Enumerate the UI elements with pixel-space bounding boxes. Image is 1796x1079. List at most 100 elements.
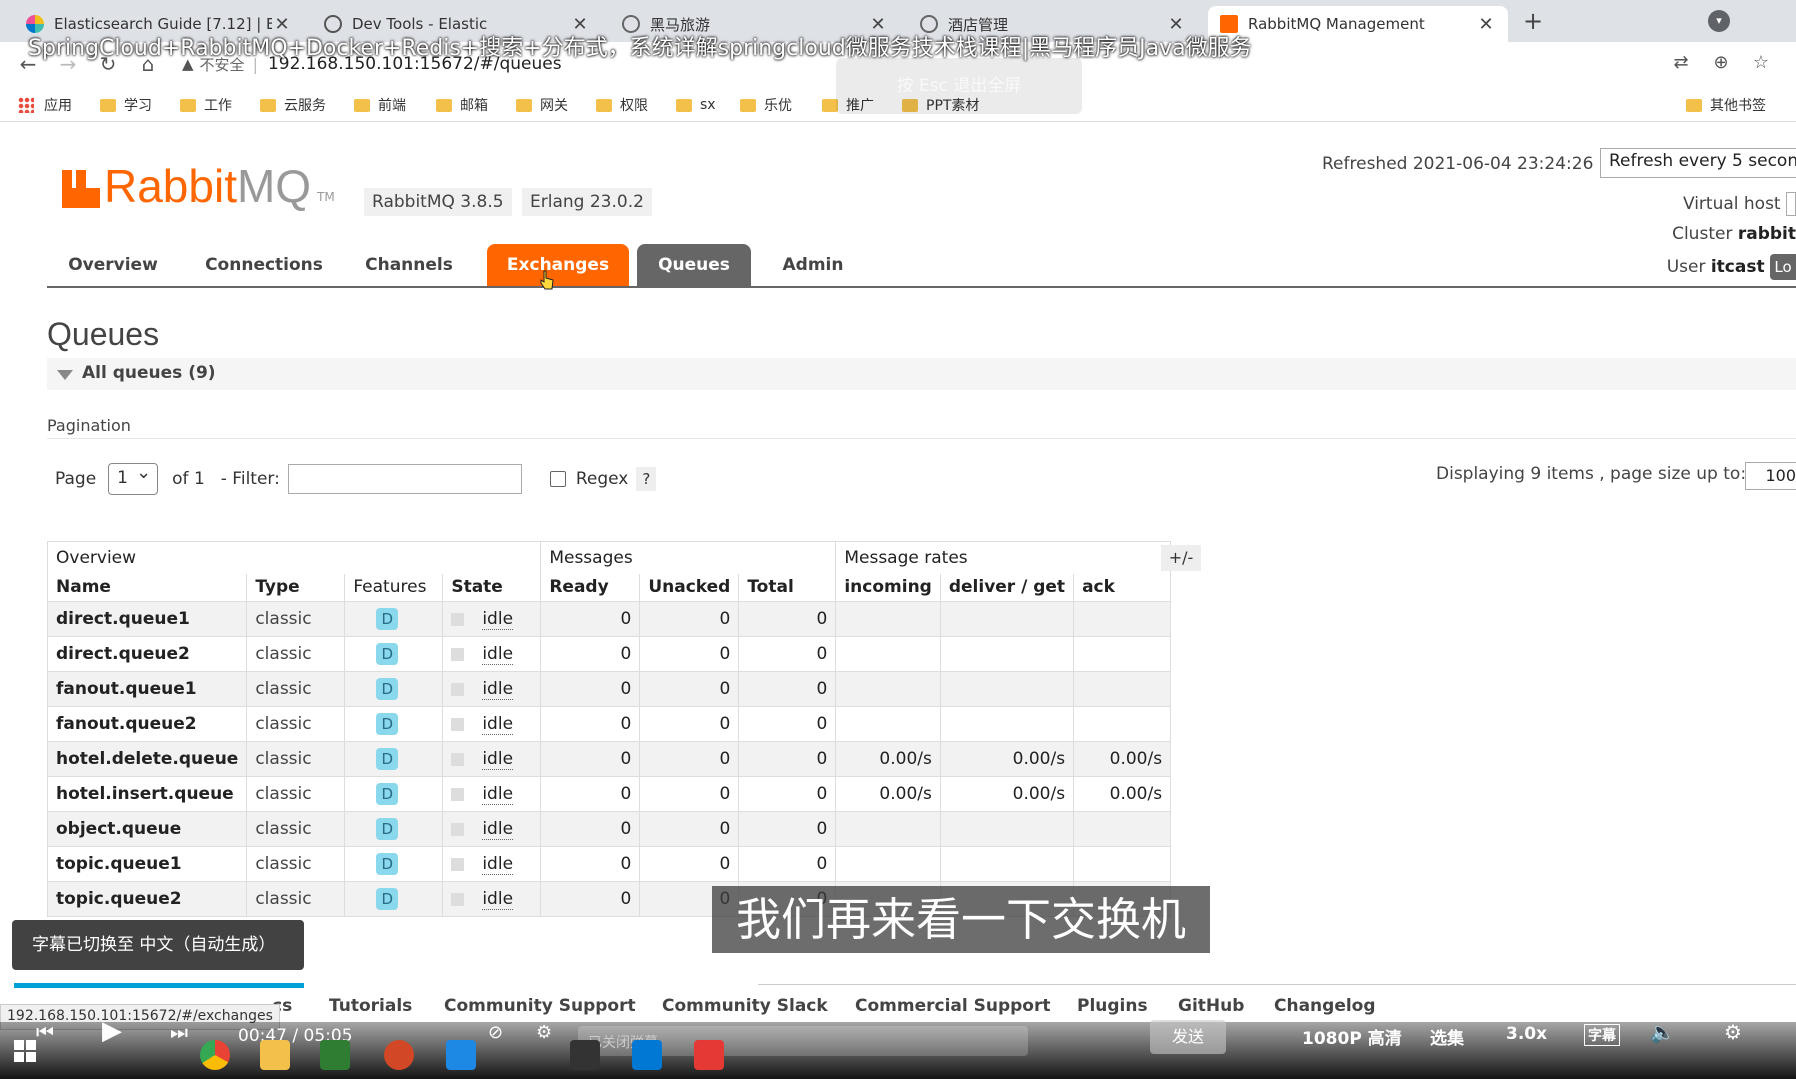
footer-link-community-support[interactable]: Community Support <box>444 996 636 1016</box>
next-icon[interactable]: ⏭ <box>170 1020 188 1044</box>
video-progress-bar[interactable] <box>14 983 304 988</box>
deliver-get-rate: 0.00/s <box>939 741 1075 777</box>
bookmark-folder[interactable]: 乐优 <box>740 94 792 116</box>
bookmark-star-icon[interactable]: ☆ <box>1748 52 1774 78</box>
queue-name-link[interactable]: topic.queue2 <box>46 881 248 917</box>
queue-name-link[interactable]: topic.queue1 <box>46 846 248 882</box>
table-row[interactable]: object.queue classic Didle 0 0 0 <box>46 811 1172 847</box>
ack-rate <box>1073 671 1172 707</box>
tab-queues[interactable]: Queues <box>637 244 751 286</box>
volume-icon[interactable]: 🔈 <box>1650 1020 1675 1044</box>
table-row[interactable]: direct.queue1 classic Didle 0 0 0 <box>46 601 1172 637</box>
table-row[interactable]: direct.queue2 classic Didle 0 0 0 <box>46 636 1172 672</box>
col-name[interactable]: Name <box>46 573 248 602</box>
queue-name-link[interactable]: fanout.queue2 <box>46 706 248 742</box>
logo-text-rabbit: Rabbit <box>104 160 237 212</box>
bookmark-folder[interactable]: 云服务 <box>260 94 326 116</box>
column-toggle-button[interactable]: +/- <box>1161 545 1201 571</box>
bookmark-apps[interactable]: 应用 <box>18 94 72 116</box>
quality-button[interactable]: 1080P 高清 <box>1302 1024 1402 1049</box>
bookmark-other[interactable]: 其他书签 <box>1686 94 1766 116</box>
table-row[interactable]: fanout.queue1 classic Didle 0 0 0 <box>46 671 1172 707</box>
close-icon[interactable]: ✕ <box>1476 14 1496 35</box>
tab-exchanges[interactable]: Exchanges <box>487 244 629 286</box>
unacked-count: 0 <box>639 776 740 812</box>
queue-name-link[interactable]: object.queue <box>46 811 248 847</box>
bookmark-folder[interactable]: 前端 <box>354 94 406 116</box>
app-icon[interactable] <box>320 1040 350 1070</box>
footer-link-community-slack[interactable]: Community Slack <box>662 996 828 1016</box>
powerpoint-icon[interactable] <box>384 1040 414 1070</box>
footer-link-plugins[interactable]: Plugins <box>1077 996 1148 1016</box>
bookmark-folder[interactable]: sx <box>676 94 716 116</box>
vscode-icon[interactable] <box>632 1040 662 1070</box>
col-type[interactable]: Type <box>246 573 346 602</box>
windows-start-icon[interactable] <box>14 1040 44 1070</box>
tab-admin[interactable]: Admin <box>773 244 853 286</box>
footer-link-tutorials[interactable]: Tutorials <box>329 996 412 1016</box>
tab-overview[interactable]: Overview <box>57 244 169 286</box>
speed-button[interactable]: 3.0x <box>1506 1024 1547 1044</box>
page-size-input[interactable]: 100 <box>1745 462 1796 490</box>
queue-name-link[interactable]: hotel.delete.queue <box>46 741 248 777</box>
regex-checkbox[interactable] <box>549 471 566 487</box>
play-icon[interactable]: ▶ <box>102 1016 122 1046</box>
chrome-icon[interactable] <box>200 1040 230 1070</box>
total-count: 0 <box>738 741 837 777</box>
queue-name-link[interactable]: hotel.insert.queue <box>46 776 248 812</box>
footer-link-commercial-support[interactable]: Commercial Support <box>855 996 1051 1016</box>
bookmark-folder[interactable]: 邮箱 <box>436 94 488 116</box>
app-icon[interactable] <box>570 1040 600 1070</box>
col-unacked[interactable]: Unacked <box>639 573 740 602</box>
col-ack[interactable]: ack <box>1073 573 1172 602</box>
refresh-interval-select[interactable]: Refresh every 5 seconds <box>1600 148 1796 178</box>
total-count: 0 <box>738 811 837 847</box>
help-button[interactable]: ? <box>636 467 657 491</box>
bookmark-folder[interactable]: 权限 <box>596 94 648 116</box>
bookmark-label: 前端 <box>378 98 406 114</box>
unacked-count: 0 <box>639 741 740 777</box>
file-explorer-icon[interactable] <box>260 1040 290 1070</box>
col-incoming[interactable]: incoming <box>835 573 941 602</box>
col-features[interactable]: Features <box>344 573 444 602</box>
footer-link-github[interactable]: GitHub <box>1178 996 1244 1016</box>
footer-link-changelog[interactable]: Changelog <box>1274 996 1376 1016</box>
bookmark-folder[interactable]: 网关 <box>516 94 568 116</box>
translate-icon[interactable]: ⇄ <box>1668 52 1694 78</box>
danmaku-settings-icon[interactable]: ⚙ <box>536 1022 552 1043</box>
col-deliver-get[interactable]: deliver / get <box>939 573 1075 602</box>
episodes-button[interactable]: 选集 <box>1430 1024 1464 1049</box>
table-row[interactable]: hotel.insert.queue classic Didle 0 0 0 0.00/s 0… <box>46 776 1172 812</box>
bookmark-folder[interactable]: 学习 <box>100 94 152 116</box>
danmaku-toggle-icon[interactable]: ⊘ <box>488 1022 503 1043</box>
new-tab-icon[interactable]: + <box>1518 6 1548 36</box>
settings-gear-icon[interactable]: ⚙ <box>1724 1020 1742 1044</box>
zoom-icon[interactable]: ⊕ <box>1708 52 1734 78</box>
subtitle-button[interactable]: 字幕 <box>1584 1024 1620 1046</box>
col-total[interactable]: Total <box>738 573 837 602</box>
filter-input[interactable] <box>287 464 522 494</box>
page-select[interactable]: 1 <box>108 462 159 495</box>
all-queues-toggle[interactable]: All queues (9) <box>47 358 1796 390</box>
queue-name-link[interactable]: direct.queue2 <box>46 636 248 672</box>
total-count: 0 <box>738 601 837 637</box>
app-icon[interactable] <box>694 1040 724 1070</box>
tab-search-icon[interactable]: ▾ <box>1708 10 1730 32</box>
table-row[interactable]: fanout.queue2 classic Didle 0 0 0 <box>46 706 1172 742</box>
ack-rate <box>1073 601 1172 637</box>
col-state[interactable]: State <box>442 573 542 602</box>
virtual-host-select[interactable] <box>1786 192 1796 216</box>
bookmark-folder[interactable]: 工作 <box>180 94 232 116</box>
queue-name-link[interactable]: fanout.queue1 <box>46 671 248 707</box>
tab-channels[interactable]: Channels <box>355 244 463 286</box>
incoming-rate <box>835 846 941 882</box>
col-ready[interactable]: Ready <box>540 573 641 602</box>
send-button[interactable]: 发送 <box>1150 1020 1226 1054</box>
queue-name-link[interactable]: direct.queue1 <box>46 601 248 637</box>
tab-connections[interactable]: Connections <box>197 244 331 286</box>
table-row[interactable]: topic.queue1 classic Didle 0 0 0 <box>46 846 1172 882</box>
rabbitmq-logo[interactable]: Rabbit MQ TM <box>62 160 335 212</box>
table-row[interactable]: hotel.delete.queue classic Didle 0 0 0 0.00/s 0… <box>46 741 1172 777</box>
browser-tab-rabbitmq[interactable]: RabbitMQ Management ✕ <box>1208 6 1508 42</box>
app-icon[interactable] <box>446 1040 476 1070</box>
